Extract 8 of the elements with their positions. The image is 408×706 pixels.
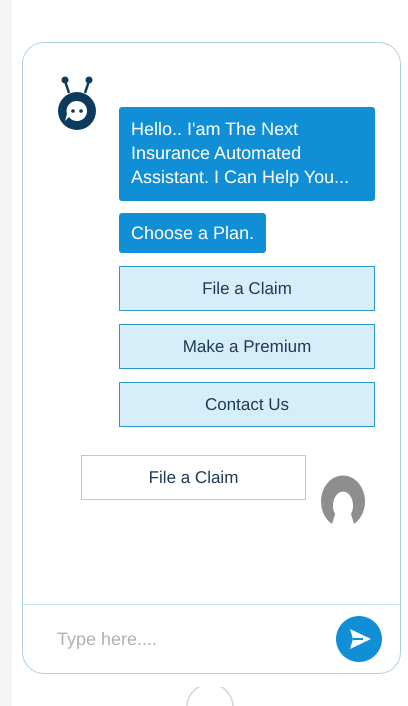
option-button[interactable]: File a Claim <box>119 266 375 311</box>
bot-message: Choose a Plan. <box>119 213 266 253</box>
option-button[interactable]: Make a Premium <box>119 324 375 369</box>
bot-message: Hello.. I'am The Next Insurance Automated Assistant. I Can Help You... <box>119 107 375 201</box>
send-button[interactable] <box>336 616 382 662</box>
user-message: File a Claim <box>81 455 306 500</box>
message-input[interactable]: Type here.... <box>55 622 326 656</box>
option-button[interactable]: Contact Us <box>119 382 375 427</box>
